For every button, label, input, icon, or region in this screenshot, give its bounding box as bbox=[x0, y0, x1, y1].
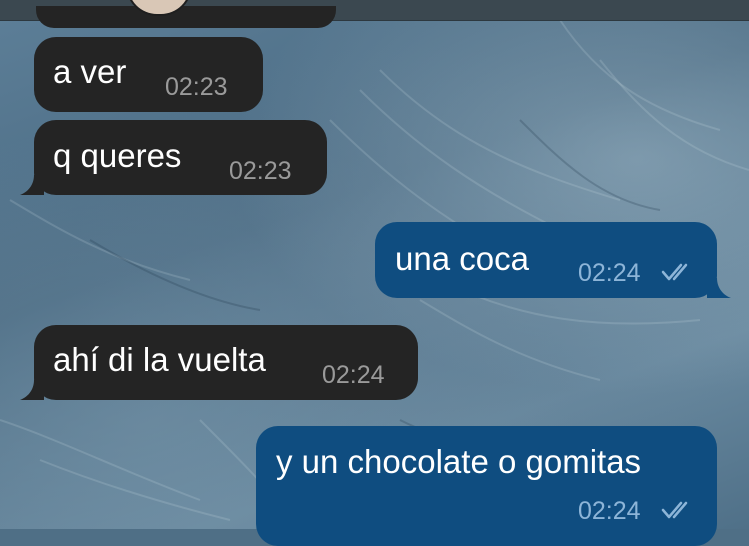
message-bubble-outgoing[interactable]: y un chocolate o gomitas 02:24 bbox=[256, 426, 717, 546]
message-time: 02:23 bbox=[165, 73, 228, 101]
chat-header-bar bbox=[0, 0, 749, 28]
previous-message-bubble bbox=[36, 6, 336, 28]
message-text: y un chocolate o gomitas bbox=[276, 443, 642, 480]
message-time: 02:23 bbox=[229, 157, 292, 185]
double-check-icon bbox=[661, 501, 688, 519]
message-text: a ver bbox=[53, 53, 127, 90]
bubble-tail-incoming bbox=[20, 175, 44, 195]
message-time: 02:24 bbox=[578, 259, 641, 287]
bubble-tail-incoming bbox=[20, 380, 44, 400]
message-text: ahí di la vuelta bbox=[53, 341, 266, 378]
bubble-tail-outgoing bbox=[707, 278, 731, 298]
message-bubble-outgoing[interactable]: una coca 02:24 bbox=[375, 222, 717, 298]
message-text: una coca bbox=[395, 240, 529, 277]
message-bubble-incoming[interactable]: a ver 02:23 bbox=[34, 37, 263, 112]
message-time: 02:24 bbox=[322, 361, 385, 389]
message-time: 02:24 bbox=[578, 497, 641, 525]
double-check-icon bbox=[661, 263, 688, 281]
message-bubble-incoming[interactable]: q queres 02:23 bbox=[34, 120, 327, 195]
message-bubble-incoming[interactable]: ahí di la vuelta 02:24 bbox=[34, 325, 418, 400]
message-text: q queres bbox=[53, 137, 182, 174]
